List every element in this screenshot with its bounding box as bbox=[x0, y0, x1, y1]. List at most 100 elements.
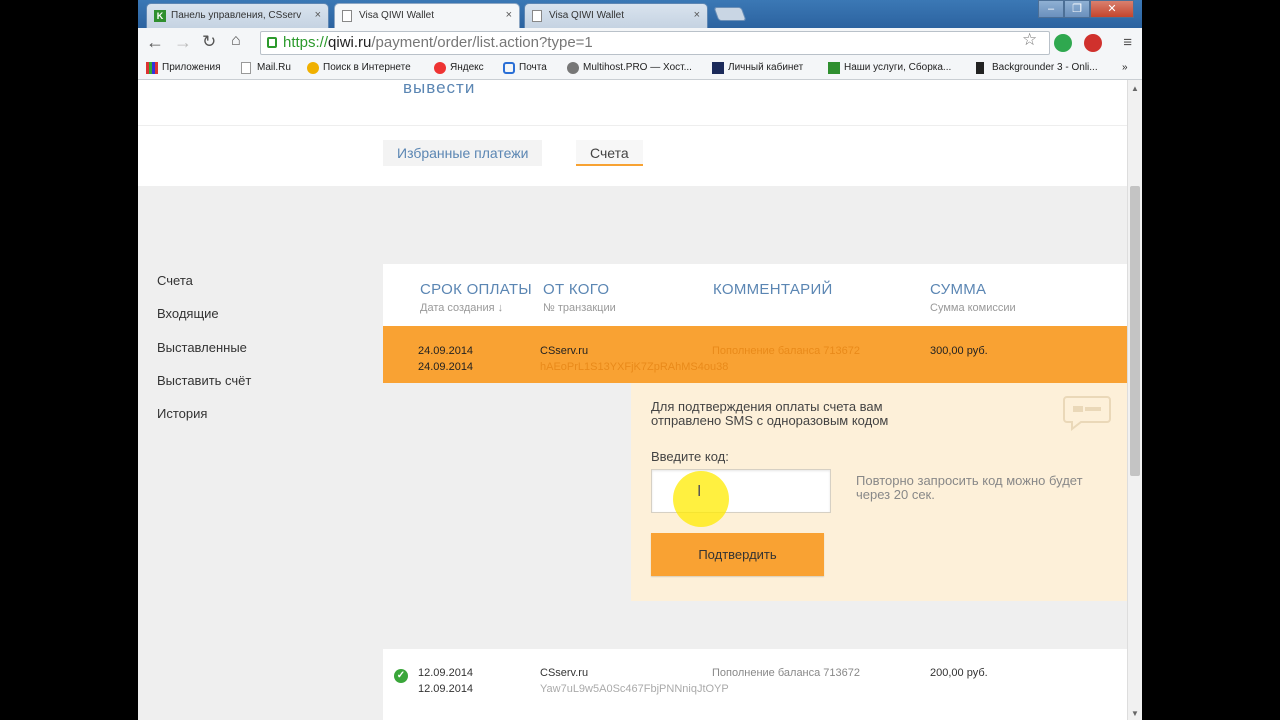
browser-tab[interactable]: Visa QIWI Wallet × bbox=[524, 3, 708, 28]
sms-confirm-panel: Для подтверждения оплаты счета вам отпра… bbox=[631, 383, 1127, 601]
due-date: 12.09.2014 bbox=[418, 667, 474, 679]
table-row-selected[interactable]: 24.09.2014 24.09.2014 CSserv.ru hAEoPrL1… bbox=[383, 326, 1127, 383]
table-row[interactable]: ✓ 12.09.2014 12.09.2014 CSserv.ru Yaw7uL… bbox=[383, 649, 1127, 720]
browser-window: K Панель управления, CSserv × Visa QIWI … bbox=[138, 0, 1142, 720]
due-date: 24.09.2014 bbox=[418, 345, 474, 357]
browser-toolbar: ← → ↻ ⌂ https://qiwi.ru/payment/order/li… bbox=[138, 28, 1142, 58]
column-subheader-fee: Сумма комиссии bbox=[930, 302, 1016, 314]
forward-icon[interactable]: → bbox=[174, 32, 192, 53]
column-header-due[interactable]: СРОК ОПЛАТЫ bbox=[420, 281, 532, 298]
window-controls: – ❐ ✕ bbox=[1038, 0, 1134, 18]
tab-favorites[interactable]: Избранные платежи bbox=[383, 140, 543, 166]
sidebar-item-history[interactable]: История bbox=[157, 406, 207, 421]
browser-tab-active[interactable]: Visa QIWI Wallet × bbox=[334, 3, 520, 28]
tab-invoices[interactable]: Счета bbox=[576, 140, 643, 166]
sidebar-item-issued[interactable]: Выставленные bbox=[157, 340, 247, 355]
amount: 300,00 руб. bbox=[930, 345, 988, 357]
bookmark-label: Яндекс bbox=[450, 62, 484, 73]
reload-icon[interactable]: ↻ bbox=[202, 32, 216, 52]
bookmark-label: Почта bbox=[519, 62, 547, 73]
menu-icon[interactable]: ≡ bbox=[1123, 34, 1132, 51]
scrollbar-thumb[interactable] bbox=[1130, 186, 1140, 476]
divider bbox=[138, 125, 1127, 126]
invoices-table: СРОК ОПЛАТЫ Дата создания ↓ ОТ КОГО № тр… bbox=[383, 264, 1127, 720]
extension-icon[interactable] bbox=[1054, 34, 1072, 52]
search-icon bbox=[307, 62, 319, 74]
page-header: вывести Избранные платежи Счета bbox=[138, 80, 1127, 186]
bookmark-apps[interactable]: Приложения bbox=[146, 62, 221, 74]
bookmark-item[interactable]: Наши услуги, Сборка... bbox=[828, 62, 951, 74]
restore-icon[interactable]: ❐ bbox=[1064, 0, 1090, 18]
back-icon[interactable]: ← bbox=[146, 32, 164, 53]
table-header: СРОК ОПЛАТЫ Дата создания ↓ ОТ КОГО № тр… bbox=[383, 264, 1127, 326]
withdraw-link[interactable]: вывести bbox=[403, 80, 475, 98]
close-tab-icon[interactable]: × bbox=[694, 9, 700, 21]
sidebar-item-incoming[interactable]: Входящие bbox=[157, 306, 219, 321]
screen-border bbox=[0, 0, 138, 720]
bookmark-label: Личный кабинет bbox=[728, 62, 804, 73]
comment: Пополнение баланса 713672 bbox=[712, 667, 861, 679]
globe-icon bbox=[567, 62, 579, 74]
sender: CSserv.ru bbox=[540, 667, 589, 679]
cabinet-icon bbox=[712, 62, 724, 74]
transaction-id: Yaw7uL9w5A0Sc467FbjPNNniqJtOYP bbox=[540, 683, 729, 695]
extension-icon[interactable] bbox=[1084, 34, 1102, 52]
browser-tab[interactable]: K Панель управления, CSserv × bbox=[146, 3, 329, 28]
close-tab-icon[interactable]: × bbox=[506, 9, 512, 21]
home-icon[interactable]: ⌂ bbox=[231, 32, 241, 50]
bookmark-item[interactable]: Почта bbox=[503, 62, 547, 74]
comment: Пополнение баланса 713672 bbox=[712, 345, 861, 357]
yandex-icon bbox=[434, 62, 446, 74]
bookmark-item[interactable]: Личный кабинет bbox=[712, 62, 804, 74]
close-window-icon[interactable]: ✕ bbox=[1090, 0, 1134, 18]
bookmark-label: Приложения bbox=[162, 62, 221, 73]
scroll-up-icon[interactable]: ▲ bbox=[1131, 84, 1139, 93]
created-date: 12.09.2014 bbox=[418, 683, 474, 695]
bookmark-label: Поиск в Интернете bbox=[323, 62, 411, 73]
bookmark-item[interactable]: Mail.Ru bbox=[241, 62, 291, 74]
apps-icon bbox=[146, 62, 158, 74]
url-scheme: https:// bbox=[283, 34, 329, 51]
url-host: qiwi.ru bbox=[328, 34, 372, 51]
column-header-comment: КОММЕНТАРИЙ bbox=[713, 281, 833, 298]
new-tab-button[interactable] bbox=[713, 7, 747, 21]
sender: CSserv.ru bbox=[540, 345, 589, 357]
transaction-id: hAEoPrL1S13YXFjK7ZpRAhMS4ou38 bbox=[540, 361, 729, 373]
column-subheader-created[interactable]: Дата создания ↓ bbox=[420, 302, 503, 314]
code-label: Введите код: bbox=[651, 449, 729, 464]
bookmark-label: Mail.Ru bbox=[257, 62, 291, 73]
k-icon: K bbox=[154, 10, 166, 22]
k-icon bbox=[828, 62, 840, 74]
scroll-down-icon[interactable]: ▼ bbox=[1131, 709, 1139, 718]
close-tab-icon[interactable]: × bbox=[315, 9, 321, 21]
bookmark-item[interactable]: Яндекс bbox=[434, 62, 484, 74]
tab-strip: K Панель управления, CSserv × Visa QIWI … bbox=[138, 0, 1142, 28]
mail-icon bbox=[503, 62, 515, 74]
vertical-scrollbar[interactable]: ▲ ▼ bbox=[1127, 80, 1142, 720]
confirm-button[interactable]: Подтвердить bbox=[651, 533, 824, 576]
sidebar-item-create-invoice[interactable]: Выставить счёт bbox=[157, 373, 251, 388]
minimize-icon[interactable]: – bbox=[1038, 0, 1064, 18]
sms-icon bbox=[1063, 396, 1111, 431]
column-header-amount: СУММА bbox=[930, 281, 987, 298]
bookmark-item[interactable]: Multihost.PRO — Хост... bbox=[567, 62, 692, 74]
bookmark-item[interactable]: Поиск в Интернете bbox=[307, 62, 411, 74]
column-header-from: ОТ КОГО bbox=[543, 281, 610, 298]
flag-icon bbox=[976, 62, 984, 74]
resend-hint: Повторно запросить код можно будет через… bbox=[856, 473, 1083, 502]
doc-icon bbox=[342, 10, 352, 22]
lock-icon bbox=[267, 37, 277, 48]
text-cursor-icon: I bbox=[697, 483, 702, 500]
bookmark-label: Backgrounder 3 - Onli... bbox=[992, 62, 1098, 73]
paid-check-icon: ✓ bbox=[394, 669, 408, 683]
doc-icon bbox=[532, 10, 542, 22]
tab-title: Visa QIWI Wallet bbox=[549, 10, 625, 21]
bookmark-star-icon[interactable]: ☆ bbox=[1022, 30, 1037, 50]
tab-title: Панель управления, CSserv bbox=[171, 10, 302, 21]
sidebar-item-invoices[interactable]: Счета bbox=[157, 273, 193, 288]
bookmark-label: Multihost.PRO — Хост... bbox=[583, 62, 692, 73]
bookmarks-overflow-icon[interactable]: » bbox=[1122, 62, 1128, 73]
bookmark-item[interactable]: Backgrounder 3 - Onli... bbox=[976, 62, 1098, 74]
amount: 200,00 руб. bbox=[930, 667, 988, 679]
address-bar[interactable]: https://qiwi.ru/payment/order/list.actio… bbox=[260, 31, 1050, 55]
